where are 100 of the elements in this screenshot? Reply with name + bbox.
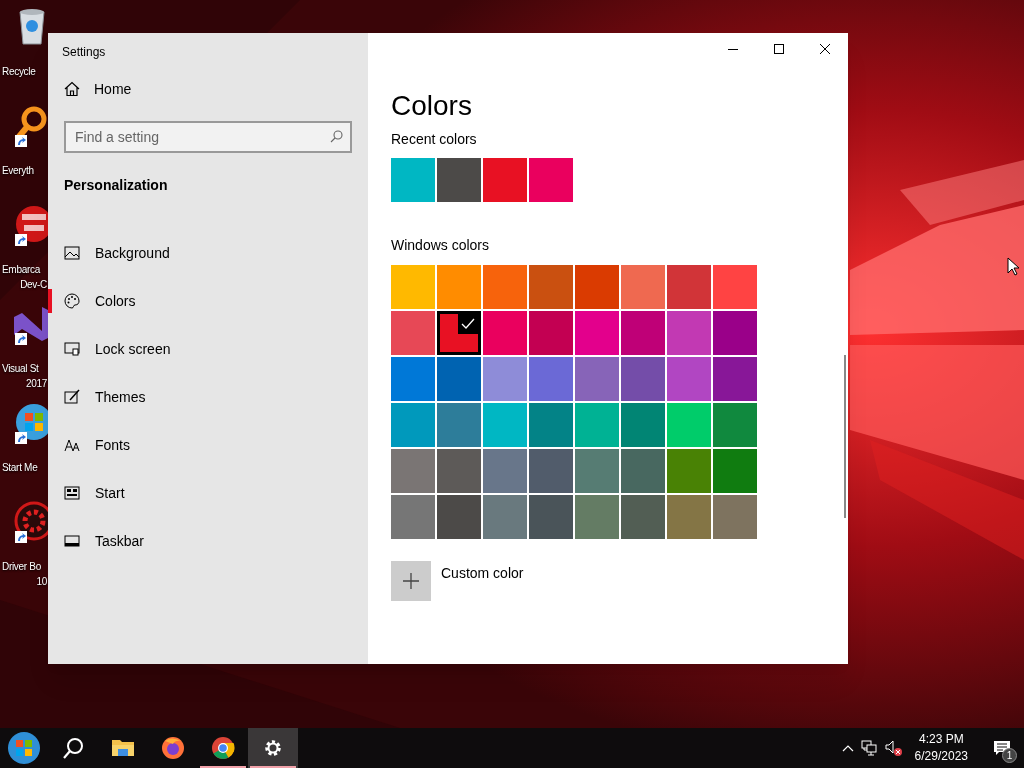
home-item[interactable]: Home xyxy=(48,65,368,113)
color-swatch[interactable] xyxy=(437,449,481,493)
color-swatch[interactable] xyxy=(713,265,757,309)
nav-item[interactable]: Lock screen xyxy=(48,325,368,373)
color-swatch[interactable] xyxy=(483,495,527,539)
icon-label: Embarca xyxy=(1,263,42,277)
color-swatch[interactable] xyxy=(391,403,435,447)
gear-icon xyxy=(263,738,283,758)
taskbar-button[interactable] xyxy=(248,728,298,768)
shortcut-icon xyxy=(15,234,27,246)
custom-color-button[interactable] xyxy=(391,561,431,601)
browser-icon xyxy=(211,736,235,760)
nav-item[interactable]: Themes xyxy=(48,373,368,421)
chevron-up-icon[interactable] xyxy=(841,744,854,752)
shortcut-icon xyxy=(15,333,27,345)
color-swatch[interactable] xyxy=(529,265,573,309)
color-swatch[interactable] xyxy=(437,495,481,539)
color-swatch[interactable] xyxy=(621,357,665,401)
notification-badge: 1 xyxy=(1002,748,1017,763)
color-swatch[interactable] xyxy=(437,403,481,447)
palette-icon xyxy=(64,293,80,309)
color-swatch[interactable] xyxy=(621,403,665,447)
color-swatch[interactable] xyxy=(575,403,619,447)
icon-label: Everyth xyxy=(1,164,35,178)
color-swatch[interactable] xyxy=(437,158,481,202)
icon-label: Dev-C xyxy=(19,278,48,292)
color-swatch[interactable] xyxy=(667,357,711,401)
nav-item[interactable]: Taskbar xyxy=(48,517,368,565)
network-icon[interactable] xyxy=(860,740,877,756)
search-field[interactable]: Find a setting xyxy=(64,121,352,153)
color-swatch[interactable] xyxy=(529,495,573,539)
start-icon xyxy=(64,485,80,501)
color-swatch[interactable] xyxy=(391,311,435,355)
font-icon xyxy=(64,437,80,453)
browser-icon xyxy=(161,736,185,760)
plus-icon xyxy=(403,573,419,589)
volume-muted-icon[interactable] xyxy=(884,740,903,756)
icon-label: Recycle xyxy=(1,65,37,79)
shortcut-icon xyxy=(15,531,27,543)
color-swatch[interactable] xyxy=(483,311,527,355)
nav-item[interactable]: Background xyxy=(48,229,368,277)
color-swatch[interactable] xyxy=(483,357,527,401)
color-swatch[interactable] xyxy=(483,265,527,309)
checkmark-icon xyxy=(458,314,478,334)
section-label: Windows colors xyxy=(391,236,491,255)
color-swatch[interactable] xyxy=(621,495,665,539)
color-swatch[interactable] xyxy=(621,265,665,309)
taskbar-icon xyxy=(64,533,80,549)
color-swatch[interactable] xyxy=(391,265,435,309)
home-icon xyxy=(64,81,80,97)
close-icon xyxy=(820,44,830,54)
color-swatch[interactable] xyxy=(437,311,481,355)
color-swatch[interactable] xyxy=(483,158,527,202)
color-swatch[interactable] xyxy=(391,495,435,539)
icon-label: 2017 xyxy=(24,377,48,391)
color-swatch[interactable] xyxy=(391,158,435,202)
page-title: Colors xyxy=(391,89,473,123)
color-swatch[interactable] xyxy=(575,449,619,493)
color-swatch[interactable] xyxy=(667,265,711,309)
minimize-icon xyxy=(728,48,738,50)
scrollbar-thumb[interactable] xyxy=(844,355,846,518)
color-swatch[interactable] xyxy=(667,311,711,355)
nav-item[interactable]: Start xyxy=(48,469,368,517)
color-swatch[interactable] xyxy=(529,311,573,355)
shortcut-icon xyxy=(15,432,27,444)
color-swatch[interactable] xyxy=(483,403,527,447)
section-heading: Personalization xyxy=(63,176,169,195)
search-icon xyxy=(62,737,84,759)
color-swatch[interactable] xyxy=(713,495,757,539)
color-swatch[interactable] xyxy=(621,311,665,355)
color-swatch[interactable] xyxy=(391,449,435,493)
color-swatch[interactable] xyxy=(667,403,711,447)
color-swatch[interactable] xyxy=(621,449,665,493)
color-swatch[interactable] xyxy=(575,265,619,309)
icon-label: Start Me xyxy=(1,461,39,475)
color-swatch[interactable] xyxy=(713,403,757,447)
color-swatch[interactable] xyxy=(529,403,573,447)
color-swatch[interactable] xyxy=(529,158,573,202)
cursor-icon xyxy=(1007,257,1019,276)
custom-color-label: Custom color xyxy=(441,564,524,583)
color-swatch[interactable] xyxy=(667,495,711,539)
picture-icon xyxy=(64,245,80,261)
monitor-lock-icon xyxy=(64,341,80,357)
color-swatch[interactable] xyxy=(529,357,573,401)
color-swatch[interactable] xyxy=(437,357,481,401)
color-swatch[interactable] xyxy=(713,357,757,401)
color-swatch[interactable] xyxy=(713,449,757,493)
color-swatch[interactable] xyxy=(437,265,481,309)
color-swatch[interactable] xyxy=(575,311,619,355)
color-swatch[interactable] xyxy=(713,311,757,355)
color-swatch[interactable] xyxy=(575,357,619,401)
color-swatch[interactable] xyxy=(575,495,619,539)
search-icon[interactable] xyxy=(330,130,343,143)
color-swatch[interactable] xyxy=(667,449,711,493)
section-label: Recent colors xyxy=(391,130,478,149)
color-swatch[interactable] xyxy=(529,449,573,493)
color-swatch[interactable] xyxy=(391,357,435,401)
clock[interactable]: 4:23 PM 6/29/2023 xyxy=(902,731,980,765)
nav-item[interactable]: Fonts xyxy=(48,421,368,469)
color-swatch[interactable] xyxy=(483,449,527,493)
